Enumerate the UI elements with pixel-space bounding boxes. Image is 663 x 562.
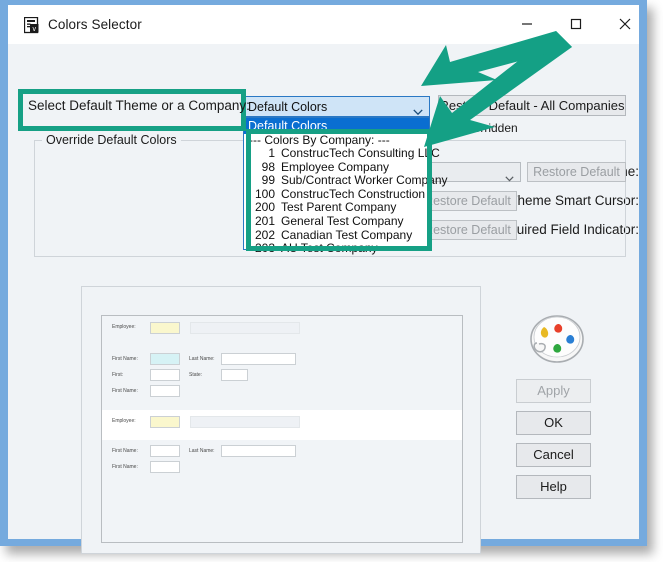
dropdown-company-item[interactable]: 201 General Test Company <box>244 213 429 229</box>
document-v-icon: v <box>23 16 40 34</box>
help-button[interactable]: Help <box>516 475 591 499</box>
dropdown-company-item[interactable]: 202 Canadian Test Company <box>244 227 429 243</box>
group-legend: Override Default Colors <box>42 133 181 147</box>
company-number: 203 <box>254 241 275 256</box>
dropdown-company-item[interactable]: 203 AU Test Company <box>244 241 429 256</box>
svg-text:v: v <box>32 26 36 33</box>
restore-default-all-companies-button[interactable]: Restore Default - All Companies <box>438 95 626 116</box>
preview-field <box>150 353 180 365</box>
preview-label-last-name-2: Last Name: <box>189 448 215 454</box>
preview-field <box>150 322 180 334</box>
preview-label-first-name: First Name: <box>112 356 138 362</box>
window-frame: v Colors Selector Override Default Color… <box>0 0 647 554</box>
chevron-down-icon <box>505 169 514 187</box>
preview-label-employee: Employee: <box>112 324 136 330</box>
minimize-icon <box>521 23 532 25</box>
preview-field <box>221 369 248 381</box>
company-number: 100 <box>254 186 275 201</box>
preview-label-first-name-3: First Name: <box>112 448 138 454</box>
preview-field <box>150 385 180 397</box>
company-number: 202 <box>254 227 275 242</box>
preview-field <box>150 445 180 457</box>
company-name: ConstrucTech Consulting LLC <box>281 146 440 160</box>
company-number: 200 <box>254 200 275 215</box>
company-number: 98 <box>261 159 275 174</box>
dropdown-company-item[interactable]: 100 ConstrucTech Construction <box>244 186 429 202</box>
close-icon <box>619 18 630 30</box>
company-number: 99 <box>261 173 275 188</box>
preview-form: Employee: First Name: Last Name: First: … <box>101 315 463 543</box>
preview-label-employee-2: Employee: <box>112 418 136 424</box>
theme-or-company-dropdown-list[interactable]: Default Colors --- Colors By Company: --… <box>243 117 448 255</box>
preview-field <box>221 445 296 457</box>
restore-default-theme-button[interactable]: Restore Default <box>527 162 626 182</box>
preview-label-first: First: <box>112 372 124 378</box>
preview-label-first-name-2: First Name: <box>112 388 138 394</box>
company-name: Canadian Test Company <box>281 227 413 242</box>
maximize-icon <box>570 18 581 30</box>
preview-label-last-name: Last Name: <box>189 356 215 362</box>
dropdown-company-list: 1 ConstrucTech Consulting LLC 98 Employee C… <box>244 146 448 256</box>
colors-selector-window: v Colors Selector Override Default Color… <box>8 5 639 554</box>
preview-label-state: State: <box>189 372 203 378</box>
preview-field <box>150 416 180 428</box>
apply-button[interactable]: Apply <box>516 379 591 403</box>
preview-label-first-name-4: First Name: <box>112 464 138 470</box>
close-button[interactable] <box>602 5 647 43</box>
company-name: ConstrucTech Construction <box>281 186 426 201</box>
restore-default-cursor-button[interactable]: Restore Default <box>418 191 517 211</box>
minimize-button[interactable] <box>504 5 549 43</box>
company-name: Employee Company <box>281 159 390 174</box>
preview-field <box>221 353 296 365</box>
preview-field <box>190 322 300 334</box>
dropdown-company-item[interactable]: 99 Sub/Contract Worker Company <box>244 173 448 188</box>
maximize-button[interactable] <box>553 5 598 43</box>
dialog-content: Override Default Colors Theme: Theme Sma… <box>8 44 639 554</box>
color-palette-icon <box>529 313 586 365</box>
theme-or-company-combo[interactable]: Default Colors <box>243 96 430 117</box>
company-name: General Test Company <box>281 213 404 228</box>
select-theme-label: Select Default Theme or a Company: <box>28 98 250 113</box>
preview-field <box>150 369 180 381</box>
preview-field <box>150 461 180 473</box>
preview-field <box>190 416 300 428</box>
dropdown-company-item[interactable]: 200 Test Parent Company <box>244 201 429 215</box>
company-number: 1 <box>268 146 275 160</box>
preview-panel: Employee: First Name: Last Name: First: … <box>81 286 481 554</box>
company-number: 201 <box>254 213 275 228</box>
overridden-legend-note: * = Overridden <box>440 121 518 135</box>
combo-selected-value: Default Colors <box>248 100 328 114</box>
ok-button[interactable]: OK <box>516 411 591 435</box>
cancel-button[interactable]: Cancel <box>516 443 591 467</box>
company-name: Sub/Contract Worker Company <box>281 173 448 188</box>
dropdown-company-item[interactable]: 1 ConstrucTech Consulting LLC <box>244 146 439 161</box>
dropdown-company-item[interactable]: 98 Employee Company <box>244 159 429 175</box>
company-name: AU Test Company <box>281 241 378 256</box>
company-name: Test Parent Company <box>281 200 397 215</box>
title-bar: v Colors Selector <box>8 5 639 45</box>
restore-default-required-button[interactable]: Restore Default <box>418 220 517 240</box>
window-title: Colors Selector <box>48 17 142 32</box>
dropdown-item-default-colors[interactable]: Default Colors <box>244 118 429 134</box>
